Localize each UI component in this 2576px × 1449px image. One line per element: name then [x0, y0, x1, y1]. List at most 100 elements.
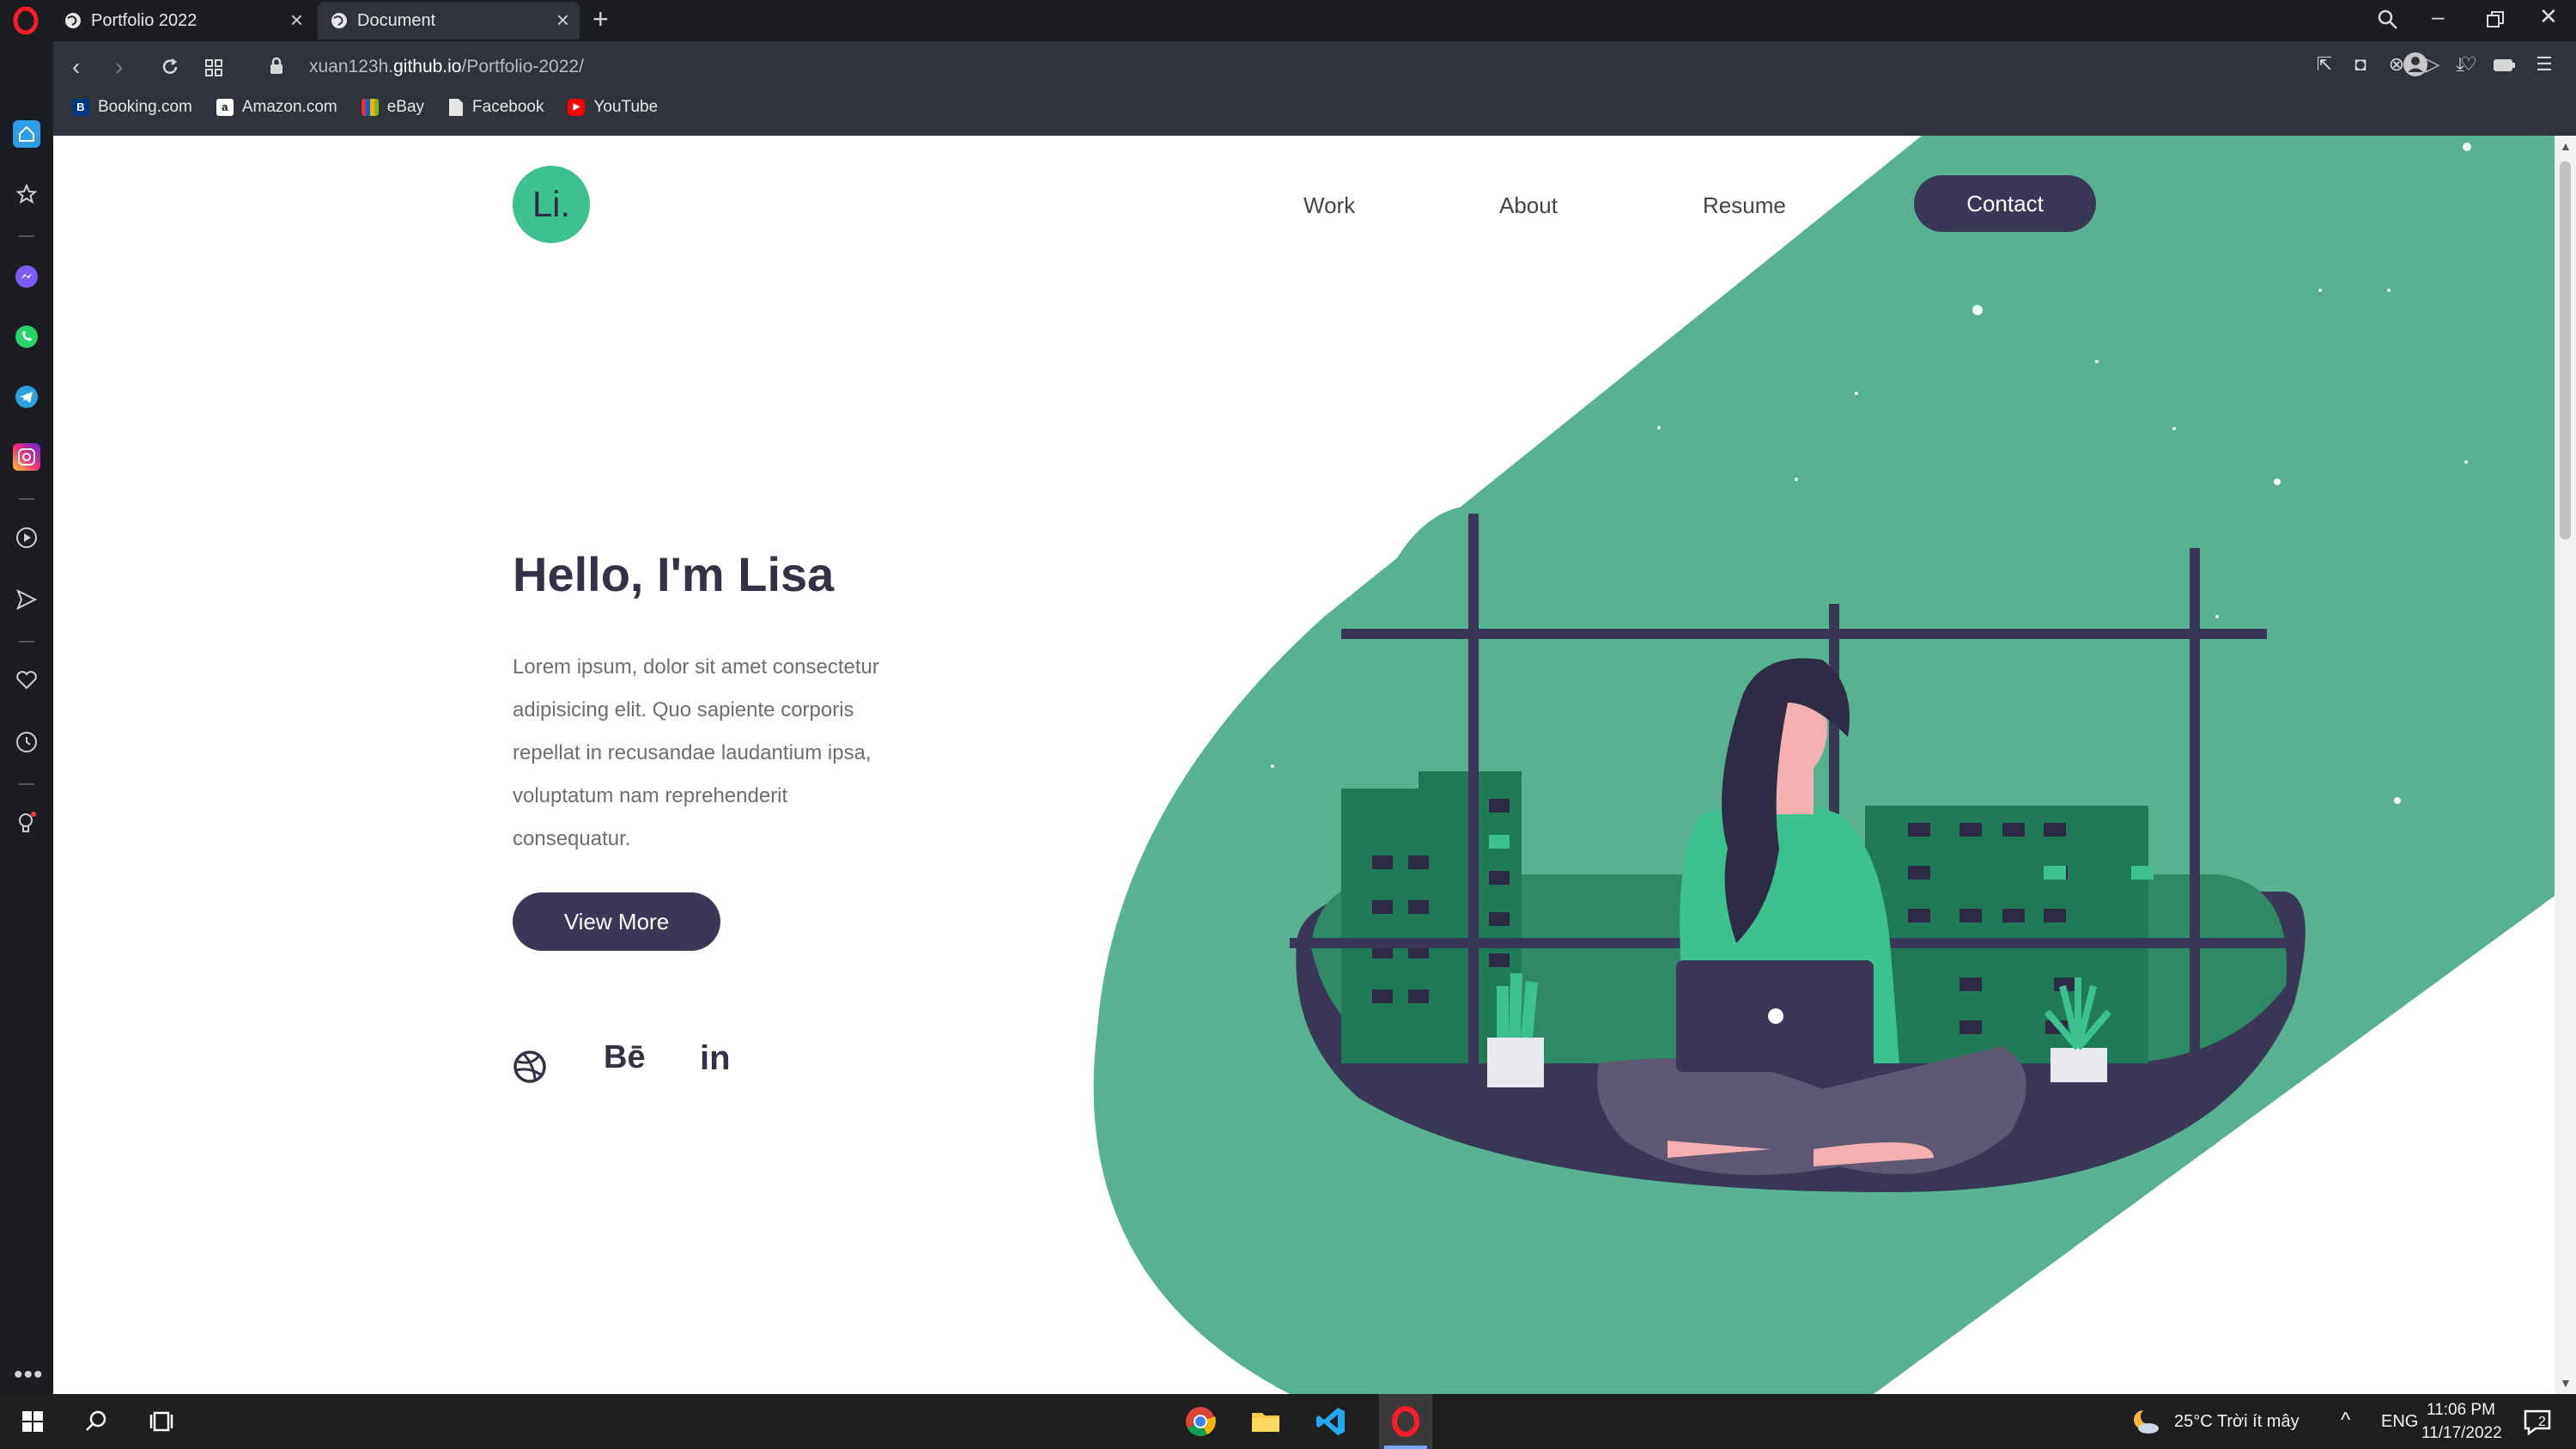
speed-dial-icon[interactable]	[204, 58, 223, 77]
clock-time[interactable]: 11:06 PM	[2427, 1401, 2495, 1420]
taskbar-active-app[interactable]	[1379, 1394, 1432, 1449]
windows-start-icon[interactable]	[15, 1404, 50, 1439]
bookmark-facebook[interactable]: Facebook	[448, 98, 544, 117]
tab-title: Document	[357, 10, 436, 30]
language-indicator[interactable]: ENG	[2381, 1412, 2418, 1432]
scroll-up-icon[interactable]: ▲	[2560, 139, 2572, 153]
weather-text[interactable]: 25°C Trời ít mây	[2174, 1412, 2300, 1432]
bookmark-youtube[interactable]: ▶ YouTube	[568, 98, 658, 117]
scroll-down-icon[interactable]: ▼	[2560, 1376, 2572, 1390]
page-scrollbar[interactable]: ▲ ▼	[2555, 136, 2576, 1394]
whatsapp-icon[interactable]	[13, 323, 40, 350]
bookmark-booking[interactable]: B Booking.com	[72, 98, 192, 117]
dribbble-icon[interactable]	[513, 1050, 547, 1084]
search-tabs-icon[interactable]	[2377, 9, 2399, 31]
view-more-button[interactable]: View More	[513, 892, 720, 951]
amazon-icon: a	[216, 99, 234, 116]
bookmark-label: Booking.com	[98, 98, 192, 116]
player-icon[interactable]	[13, 524, 40, 551]
sidebar-divider	[19, 783, 34, 785]
hero-line: adipisicing elit. Quo sapiente corporis	[513, 698, 854, 721]
back-icon[interactable]: ‹	[72, 53, 80, 81]
lock-icon[interactable]	[268, 57, 285, 76]
lightbulb-icon[interactable]	[13, 809, 40, 837]
tab-portfolio[interactable]: Portfolio 2022 ×	[52, 2, 313, 40]
forward-icon[interactable]: ›	[115, 53, 123, 81]
weather-moon-cloud-icon[interactable]	[2128, 1404, 2162, 1439]
site-logo[interactable]: Li.	[513, 166, 590, 243]
scroll-thumb[interactable]	[2560, 161, 2571, 539]
reload-icon[interactable]	[160, 57, 180, 77]
hero-description: Lorem ipsum, dolor sit amet consectetur …	[513, 646, 916, 861]
file-explorer-icon[interactable]	[1249, 1404, 1283, 1439]
task-view-icon[interactable]	[144, 1404, 179, 1439]
close-tab-icon[interactable]: ×	[556, 9, 569, 31]
ebay-icon	[361, 99, 379, 116]
url-path: /Portfolio-2022/	[461, 57, 584, 76]
telegram-icon[interactable]	[13, 383, 40, 411]
chrome-icon[interactable]	[1183, 1404, 1218, 1439]
nav-resume[interactable]: Resume	[1703, 192, 1786, 219]
tab-document[interactable]: Document ×	[318, 2, 580, 40]
notification-icon[interactable]	[2520, 1404, 2555, 1439]
url-prefix: xuan123h.	[309, 57, 394, 76]
share-icon[interactable]: ⇱	[2313, 53, 2336, 76]
opera-sidebar: •••	[0, 41, 53, 1394]
easy-setup-icon[interactable]: ☰	[2533, 53, 2555, 76]
bookmarks-bar: B Booking.com a Amazon.com eBay Facebook…	[72, 98, 658, 117]
sidebar-divider	[19, 641, 34, 642]
globe-icon	[65, 13, 81, 28]
hero-line: Lorem ipsum, dolor sit amet consectetur	[513, 655, 879, 679]
bookmarks-star-icon[interactable]	[13, 180, 40, 208]
instagram-icon[interactable]	[13, 443, 40, 471]
url-domain: github.io	[393, 57, 462, 76]
close-tab-icon[interactable]: ×	[290, 9, 303, 31]
heart-icon[interactable]	[13, 667, 40, 694]
url-input[interactable]: xuan123h.github.io/Portfolio-2022/	[309, 57, 584, 77]
nav-work[interactable]: Work	[1303, 192, 1355, 219]
new-tab-icon[interactable]: +	[592, 3, 609, 35]
clock-date[interactable]: 11/17/2022	[2421, 1424, 2502, 1443]
booking-icon: B	[72, 99, 89, 116]
behance-icon[interactable]: Bē	[604, 1039, 646, 1076]
opera-logo-icon[interactable]	[12, 7, 39, 34]
globe-icon	[331, 13, 347, 28]
chevron-up-icon[interactable]: ^	[2341, 1409, 2350, 1433]
hero-illustration	[1093, 136, 2555, 1394]
browser-tab-bar: Portfolio 2022 × Document × + – ✕	[0, 0, 2576, 41]
page-viewport: Li. Work About Resume Contact Hello, I'm…	[53, 136, 2555, 1394]
battery-icon[interactable]	[2494, 58, 2516, 72]
home-icon[interactable]	[13, 120, 40, 148]
search-icon[interactable]	[79, 1404, 113, 1439]
profile-avatar-icon[interactable]	[2403, 52, 2428, 77]
vscode-icon[interactable]	[1314, 1404, 1348, 1439]
messenger-icon[interactable]	[13, 263, 40, 290]
close-window-icon[interactable]: ✕	[2539, 3, 2558, 30]
windows-taskbar: 25°C Trời ít mây ^ ENG 11:06 PM 11/17/20…	[0, 1394, 2576, 1449]
sidebar-divider	[19, 235, 34, 237]
bookmark-label: YouTube	[593, 98, 659, 116]
snapshot-icon[interactable]: ◘	[2349, 53, 2372, 76]
minimize-icon[interactable]: –	[2432, 3, 2444, 30]
tab-title: Portfolio 2022	[91, 10, 197, 30]
history-clock-icon[interactable]	[13, 728, 40, 756]
opera-taskbar-icon	[1392, 1406, 1419, 1437]
hero-title: Hello, I'm Lisa	[513, 547, 835, 601]
address-bar: ‹ › xuan123h.github.io/Portfolio-2022/ ⇱…	[53, 41, 2576, 136]
download-icon[interactable]: ⤓	[2449, 53, 2471, 76]
hero-line: consequatur.	[513, 827, 631, 850]
bookmark-amazon[interactable]: a Amazon.com	[216, 98, 337, 117]
linkedin-icon[interactable]: in	[700, 1039, 731, 1078]
youtube-icon: ▶	[568, 99, 586, 116]
hero-line: repellat in recusandae laudantium ipsa,	[513, 741, 872, 764]
bookmark-ebay[interactable]: eBay	[361, 98, 424, 117]
contact-button[interactable]: Contact	[1914, 175, 2096, 232]
flow-send-icon[interactable]	[13, 586, 40, 613]
restore-icon[interactable]	[2486, 10, 2505, 29]
file-icon	[449, 99, 464, 116]
active-indicator	[1384, 1446, 1427, 1449]
nav-about[interactable]: About	[1499, 192, 1558, 219]
more-dots-icon[interactable]: •••	[14, 1361, 44, 1390]
bookmark-label: Facebook	[472, 98, 544, 116]
bookmark-label: eBay	[386, 98, 425, 116]
